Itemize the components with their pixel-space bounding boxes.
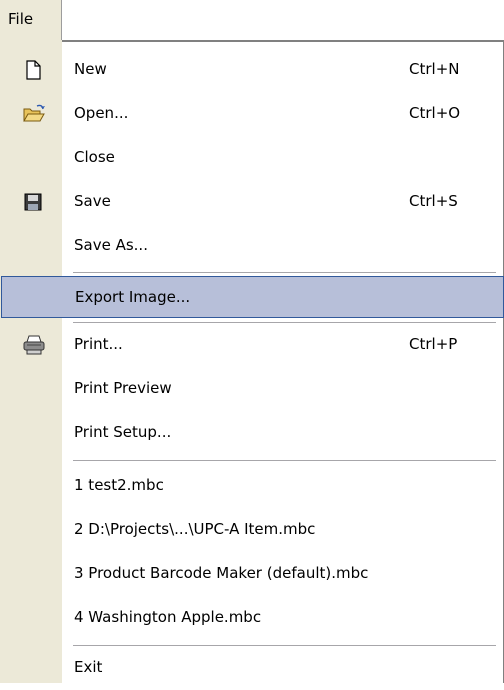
menu-item-print-setup[interactable]: Print Setup... xyxy=(0,411,504,455)
menu-item-exit-label: Exit xyxy=(74,658,103,676)
recent-file-item[interactable]: 2 D:\Projects\...\UPC-A Item.mbc xyxy=(0,508,504,552)
file-menu-label: File xyxy=(8,10,34,28)
menu-item-exit[interactable]: Exit xyxy=(0,646,504,690)
menu-item-print-setup-label: Print Setup... xyxy=(74,423,172,441)
menu-item-print-shortcut: Ctrl+P xyxy=(409,335,458,353)
menu-item-save-as[interactable]: Save As... xyxy=(0,224,504,268)
file-menu-button[interactable]: File xyxy=(0,0,62,40)
menu-item-close-label: Close xyxy=(74,148,115,166)
recent-file-label: 3 Product Barcode Maker (default).mbc xyxy=(74,564,369,582)
recent-file-item[interactable]: 1 test2.mbc xyxy=(0,464,504,508)
menu-item-save-as-label: Save As... xyxy=(74,236,148,254)
menu-item-new[interactable]: New Ctrl+N xyxy=(0,48,504,92)
menu-item-print-preview[interactable]: Print Preview xyxy=(0,367,504,411)
menu-item-save-shortcut: Ctrl+S xyxy=(409,192,458,210)
floppy-disk-icon xyxy=(22,191,44,213)
menu-top-border xyxy=(62,40,504,42)
open-folder-icon xyxy=(22,103,45,125)
recent-file-label: 1 test2.mbc xyxy=(74,476,164,494)
menu-item-new-label: New xyxy=(74,60,107,78)
file-menu-dropdown: New Ctrl+N Open... Ctrl+O Close Save Ctr… xyxy=(0,40,504,683)
menu-item-new-shortcut: Ctrl+N xyxy=(409,60,460,78)
recent-file-label: 4 Washington Apple.mbc xyxy=(74,608,262,626)
menu-separator xyxy=(73,460,496,462)
menu-item-save-label: Save xyxy=(74,192,111,210)
menu-item-print[interactable]: Print... Ctrl+P xyxy=(0,323,504,367)
recent-file-label: 2 D:\Projects\...\UPC-A Item.mbc xyxy=(74,520,316,538)
menu-item-export-image[interactable]: Export Image... xyxy=(1,276,504,318)
menu-separator xyxy=(73,272,496,274)
recent-file-item[interactable]: 4 Washington Apple.mbc xyxy=(0,596,504,640)
menu-item-export-image-label: Export Image... xyxy=(75,288,191,306)
menu-item-open-label: Open... xyxy=(74,104,129,122)
menu-item-print-label: Print... xyxy=(74,335,123,353)
recent-file-item[interactable]: 3 Product Barcode Maker (default).mbc xyxy=(0,552,504,596)
menu-item-open[interactable]: Open... Ctrl+O xyxy=(0,92,504,136)
printer-icon xyxy=(22,334,45,356)
menu-item-open-shortcut: Ctrl+O xyxy=(409,104,461,122)
menu-item-close[interactable]: Close xyxy=(0,136,504,180)
menu-item-print-preview-label: Print Preview xyxy=(74,379,172,397)
menu-item-save[interactable]: Save Ctrl+S xyxy=(0,180,504,224)
new-document-icon xyxy=(22,59,44,81)
